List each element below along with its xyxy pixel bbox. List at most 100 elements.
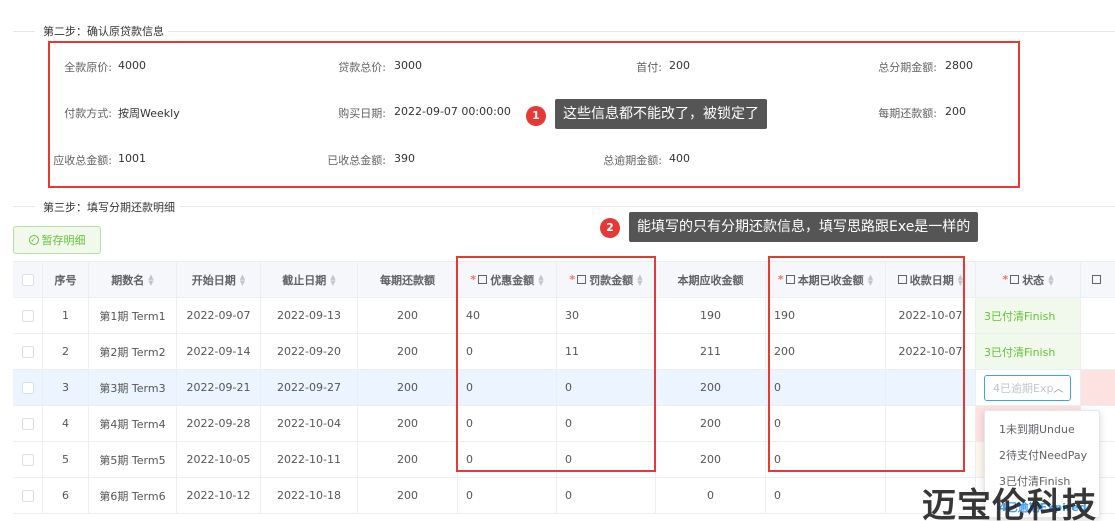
cell-more: [1081, 298, 1115, 333]
header-end-date[interactable]: 截止日期 ▲ ▼: [261, 262, 358, 297]
required-mark: *: [569, 273, 576, 286]
header-period-name-label: 期数名: [111, 273, 145, 287]
cell-discount[interactable]: 0: [458, 334, 557, 369]
cell-start-date: 2022-09-07: [177, 298, 261, 333]
row-checkbox-cell[interactable]: [13, 334, 43, 369]
cell-penalty[interactable]: 0: [557, 406, 656, 441]
cell-discount[interactable]: 0: [458, 478, 557, 513]
cell-discount[interactable]: 40: [458, 298, 557, 333]
received-total-value: 390: [394, 152, 415, 165]
step2-title: 第二步：确认原贷款信息: [43, 25, 164, 38]
row-checkbox[interactable]: [21, 345, 34, 358]
cell-seq: 4: [43, 406, 89, 441]
row-checkbox[interactable]: [21, 381, 34, 394]
header-received[interactable]: * 本期已收金额 ▲ ▼: [766, 262, 886, 297]
callout-1-text: 这些信息都不能改了，被锁定了: [555, 99, 767, 129]
header-checkbox-cell[interactable]: [13, 262, 43, 297]
sort-icon[interactable]: ▲ ▼: [330, 273, 335, 286]
cell-received[interactable]: 0: [766, 406, 886, 441]
receivable-total-value: 1001: [118, 152, 146, 165]
sort-icon[interactable]: ▲ ▼: [148, 273, 153, 286]
cell-discount[interactable]: 0: [458, 442, 557, 477]
row-checkbox[interactable]: [21, 309, 34, 322]
cell-received[interactable]: 190: [766, 298, 886, 333]
row-checkbox-cell[interactable]: [13, 370, 43, 405]
edit-icon: [478, 275, 488, 284]
cell-receive-date[interactable]: [886, 370, 976, 405]
header-period-name[interactable]: 期数名 ▲ ▼: [89, 262, 177, 297]
sort-icon[interactable]: ▲ ▼: [958, 273, 963, 286]
table-row[interactable]: 5 第5期 Term5 2022-10-05 2022-10-11 200 0 …: [13, 442, 1115, 478]
header-start-date[interactable]: 开始日期 ▲ ▼: [177, 262, 261, 297]
cell-received[interactable]: 200: [766, 334, 886, 369]
cell-discount[interactable]: 0: [458, 406, 557, 441]
per-period-value: 200: [945, 105, 966, 118]
cell-received[interactable]: 0: [766, 370, 886, 405]
cell-received[interactable]: 0: [766, 478, 886, 513]
chevron-up-icon: ︿: [1053, 384, 1064, 395]
table-row[interactable]: 2 第2期 Term2 2022-09-14 2022-09-20 200 0 …: [13, 334, 1115, 370]
header-status-label: 状态: [1022, 273, 1045, 287]
header-status[interactable]: * 状态 ▲ ▼: [976, 262, 1081, 297]
row-checkbox-cell[interactable]: [13, 478, 43, 513]
table-row[interactable]: 3 第3期 Term3 2022-09-21 2022-09-27 200 0 …: [13, 370, 1115, 406]
header-receivable: 本期应收金额: [656, 262, 766, 297]
row-checkbox-cell[interactable]: [13, 298, 43, 333]
cell-penalty[interactable]: 0: [557, 478, 656, 513]
row-checkbox[interactable]: [21, 417, 34, 430]
cell-status[interactable]: 3已付清Finish: [976, 298, 1081, 333]
callout-1-badge: 1: [526, 106, 546, 126]
header-seq: 序号: [43, 262, 89, 297]
sort-icon[interactable]: ▲ ▼: [1048, 273, 1053, 286]
cell-discount[interactable]: 0: [458, 370, 557, 405]
cell-receive-date[interactable]: [886, 406, 976, 441]
down-payment-label: 首付:: [636, 61, 662, 74]
status-option-undue[interactable]: 1未到期Undue: [999, 421, 1075, 437]
cell-penalty[interactable]: 11: [557, 334, 656, 369]
status-select[interactable]: 4已逾期Exp ︿: [984, 374, 1071, 401]
header-receive-date[interactable]: 收款日期 ▲ ▼: [886, 262, 976, 297]
cell-receive-date[interactable]: [886, 442, 976, 477]
step3-title: 第三步：填写分期还款明细: [43, 201, 175, 214]
select-all-checkbox[interactable]: [21, 273, 34, 286]
cell-period-name: 第2期 Term2: [89, 334, 177, 369]
sort-icon[interactable]: ▲ ▼: [538, 273, 543, 286]
edit-icon: [1092, 275, 1101, 284]
edit-icon: [897, 275, 907, 284]
status-option-needpay[interactable]: 2待支付NeedPay: [999, 447, 1087, 463]
row-checkbox-cell[interactable]: [13, 442, 43, 477]
cell-penalty[interactable]: 0: [557, 370, 656, 405]
cell-end-date: 2022-09-13: [261, 298, 358, 333]
required-mark: *: [470, 273, 477, 286]
cell-receive-date[interactable]: 2022-10-07: [886, 298, 976, 333]
cell-seq: 6: [43, 478, 89, 513]
edit-icon: [1010, 275, 1020, 284]
row-checkbox[interactable]: [21, 453, 34, 466]
row-checkbox[interactable]: [21, 489, 34, 502]
full-price-label: 全款原价:: [64, 61, 112, 74]
header-discount[interactable]: * 优惠金额 ▲ ▼: [458, 262, 557, 297]
cell-seq: 1: [43, 298, 89, 333]
installment-total-label: 总分期金额:: [878, 61, 937, 74]
cell-penalty[interactable]: 0: [557, 442, 656, 477]
per-period-label: 每期还款额:: [878, 107, 937, 120]
sort-icon[interactable]: ▲ ▼: [868, 273, 873, 286]
save-detail-button[interactable]: ✓ 暂存明细: [13, 226, 101, 254]
cell-received[interactable]: 0: [766, 442, 886, 477]
required-mark: *: [1002, 273, 1009, 286]
cell-period-name: 第4期 Term4: [89, 406, 177, 441]
row-checkbox-cell[interactable]: [13, 406, 43, 441]
table-row[interactable]: 4 第4期 Term4 2022-09-28 2022-10-04 200 0 …: [13, 406, 1115, 442]
receivable-total-label: 应收总金额:: [53, 154, 112, 167]
received-total-label: 已收总金额:: [327, 154, 386, 167]
cell-receive-date[interactable]: 2022-10-07: [886, 334, 976, 369]
buy-date-label: 购买日期:: [338, 107, 386, 120]
header-penalty[interactable]: * 罚款金额 ▲ ▼: [557, 262, 656, 297]
table-row[interactable]: 1 第1期 Term1 2022-09-07 2022-09-13 200 40…: [13, 298, 1115, 334]
header-seq-label: 序号: [54, 273, 77, 287]
cell-status[interactable]: 4已逾期Exp ︿: [976, 370, 1081, 405]
sort-icon[interactable]: ▲ ▼: [240, 273, 245, 286]
cell-penalty[interactable]: 30: [557, 298, 656, 333]
sort-icon[interactable]: ▲ ▼: [637, 273, 642, 286]
cell-status[interactable]: 3已付清Finish: [976, 334, 1081, 369]
